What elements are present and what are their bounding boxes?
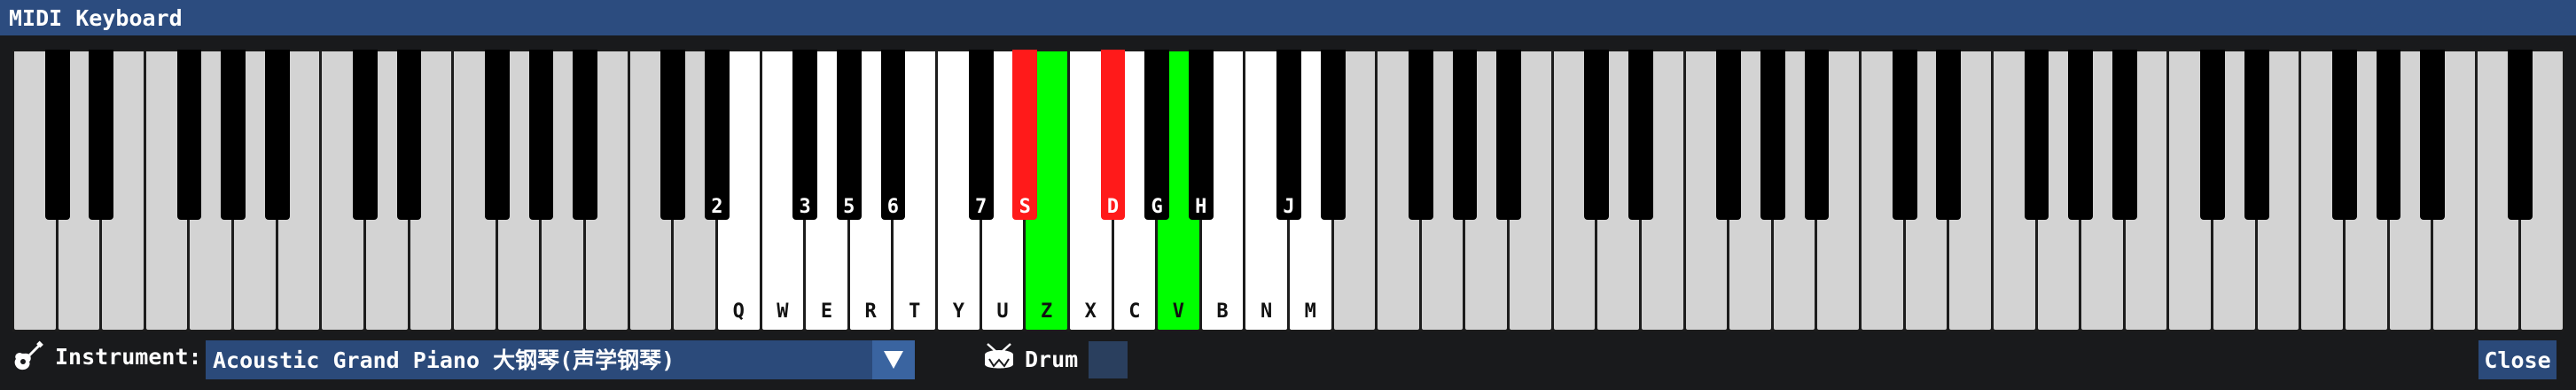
black-key-label: S: [1019, 196, 1031, 218]
black-key[interactable]: [2024, 50, 2049, 220]
white-key-label: X: [1084, 300, 1097, 323]
black-key[interactable]: [2200, 50, 2225, 220]
black-key[interactable]: [2420, 50, 2446, 220]
black-key[interactable]: H: [1188, 50, 1214, 220]
white-key-label: Q: [732, 300, 745, 323]
black-key[interactable]: D: [1100, 50, 1126, 220]
black-key-label: H: [1195, 196, 1207, 218]
black-key[interactable]: [176, 50, 202, 220]
black-key[interactable]: [396, 50, 422, 220]
black-key[interactable]: 2: [705, 50, 730, 220]
black-key[interactable]: [484, 50, 510, 220]
black-key[interactable]: J: [1276, 50, 1301, 220]
black-key[interactable]: S: [1012, 50, 1038, 220]
black-key[interactable]: [353, 50, 378, 220]
black-key[interactable]: [221, 50, 246, 220]
black-key[interactable]: [44, 50, 70, 220]
instrument-select[interactable]: Acoustic Grand Piano 大钢琴(声学钢琴): [206, 340, 915, 379]
black-key[interactable]: 7: [968, 50, 994, 220]
black-key[interactable]: [1408, 50, 1433, 220]
black-key-label: G: [1151, 196, 1163, 218]
white-key-label: N: [1261, 300, 1273, 323]
white-key-label: R: [864, 300, 877, 323]
black-key[interactable]: [2508, 50, 2533, 220]
black-key[interactable]: [2068, 50, 2094, 220]
white-key-label: B: [1216, 300, 1229, 323]
black-key-label: D: [1106, 196, 1120, 218]
white-key-label: U: [996, 300, 1009, 323]
black-key[interactable]: [573, 50, 597, 220]
black-key[interactable]: [1320, 50, 1346, 220]
drum-checkbox[interactable]: [1089, 341, 1128, 378]
guitar-icon: [12, 340, 44, 372]
black-key[interactable]: [2244, 50, 2269, 220]
black-key-label: J: [1283, 196, 1295, 218]
white-key-label: W: [777, 300, 789, 323]
drum-label: Drum: [1025, 347, 1079, 372]
piano-keyboard: Q W E R T Y U Z X C V B N M 2 3 5 6 7 S D G H J: [12, 50, 2564, 332]
black-key[interactable]: [1760, 50, 1785, 220]
white-key-label: C: [1128, 300, 1141, 323]
black-key[interactable]: [660, 50, 686, 220]
black-key[interactable]: [1628, 50, 1653, 220]
black-key-label: 7: [975, 196, 987, 218]
black-key[interactable]: [2376, 50, 2401, 220]
black-key[interactable]: 6: [880, 50, 906, 220]
white-key-label: M: [1304, 300, 1316, 323]
triangle-down-icon: [884, 351, 903, 369]
black-key[interactable]: 3: [792, 50, 818, 220]
black-key[interactable]: [1892, 50, 1917, 220]
black-key[interactable]: [1584, 50, 1610, 220]
window-title: MIDI Keyboard: [9, 5, 183, 31]
black-key[interactable]: 5: [836, 50, 862, 220]
title-bar: MIDI Keyboard: [0, 0, 2576, 35]
instrument-dropdown-button[interactable]: [872, 340, 915, 379]
black-key[interactable]: [2332, 50, 2357, 220]
black-key[interactable]: [1716, 50, 1742, 220]
white-key-label: E: [820, 300, 833, 323]
white-key-label: T: [909, 300, 921, 323]
black-key[interactable]: [89, 50, 114, 220]
black-key-label: 5: [843, 196, 855, 218]
black-key-label: 3: [799, 196, 811, 218]
instrument-selected-value: Acoustic Grand Piano 大钢琴(声学钢琴): [213, 347, 675, 373]
black-key-label: 6: [886, 196, 900, 218]
black-key[interactable]: [1496, 50, 1521, 220]
black-key[interactable]: [1452, 50, 1478, 220]
black-key[interactable]: [1936, 50, 1962, 220]
instrument-label: Instrument:: [55, 344, 202, 370]
white-key-label: Y: [952, 300, 964, 323]
white-key-label: V: [1172, 300, 1185, 323]
drum-icon: [982, 342, 1016, 372]
black-key-label: 2: [711, 196, 723, 218]
black-key[interactable]: [1804, 50, 1830, 220]
black-key[interactable]: G: [1144, 50, 1170, 220]
black-key[interactable]: [2112, 50, 2137, 220]
close-button[interactable]: Close: [2478, 340, 2556, 379]
black-key[interactable]: [264, 50, 290, 220]
black-key[interactable]: [528, 50, 554, 220]
white-key-label: Z: [1040, 300, 1053, 323]
